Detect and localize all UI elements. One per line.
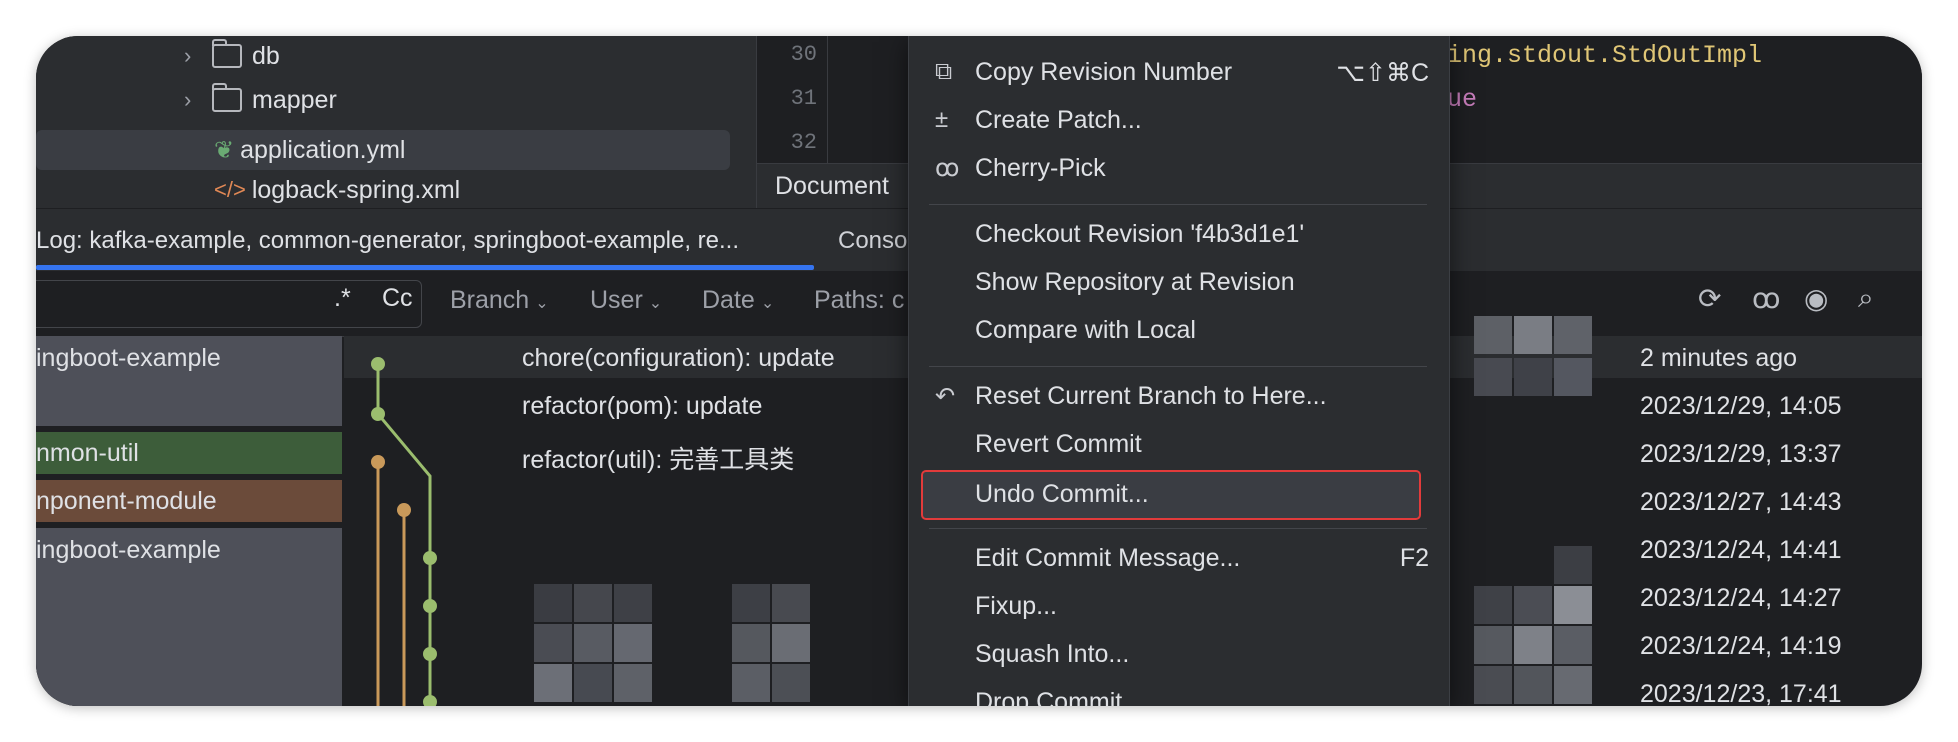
chevron-right-icon[interactable]: › (184, 87, 212, 113)
regex-toggle[interactable]: .* (334, 284, 351, 313)
tab-console[interactable]: Conso (838, 227, 907, 255)
cherry-icon: ꝏ (935, 155, 960, 182)
commit-node (423, 599, 437, 613)
search-input[interactable] (36, 280, 422, 328)
commit-message[interactable]: chore(configuration): update (522, 344, 835, 373)
cherry-pick-icon[interactable]: ꝏ (1752, 282, 1781, 315)
shortcut-hint: F2 (1399, 544, 1429, 572)
search-icon[interactable]: ⌕ (1858, 282, 1874, 315)
menu-item-undo-commit[interactable]: Undo Commit... (921, 470, 1421, 520)
branch-label[interactable]: nmon-util (36, 432, 342, 474)
menu-item-show-repository[interactable]: Show Repository at Revision (909, 262, 1449, 304)
menu-item-compare-local[interactable]: Compare with Local (909, 310, 1449, 352)
commit-date: 2023/12/24, 14:41 (1640, 536, 1842, 564)
shortcut-hint: ⌥⇧⌘C (1336, 59, 1429, 87)
commit-node (423, 551, 437, 565)
active-tab-indicator (36, 265, 814, 270)
branch-label[interactable]: nponent-module (36, 480, 342, 522)
menu-item-checkout-revision[interactable]: Checkout Revision 'f4b3d1e1' (909, 214, 1449, 256)
code-text[interactable]: ing.stdout.StdOutImpl (1447, 41, 1762, 70)
chevron-down-icon: ⌄ (535, 295, 549, 312)
commit-node (423, 695, 437, 706)
tree-item-label: db (252, 41, 280, 70)
commit-date: 2023/12/24, 14:19 (1640, 632, 1842, 660)
tree-item-logback-xml[interactable]: </> logback-spring.xml (214, 170, 460, 210)
tree-item-db[interactable]: › db (184, 36, 280, 76)
menu-separator (929, 366, 1427, 367)
folder-icon (212, 39, 242, 68)
commit-node (371, 455, 385, 469)
line-number: 32 (790, 130, 817, 155)
menu-item-drop-commit[interactable]: Drop Commit (909, 682, 1449, 706)
patch-icon: ± (935, 106, 949, 133)
project-tree: › db › mapper ❦ application.yml </> logb… (36, 36, 756, 208)
reset-icon: ↶ (935, 383, 956, 410)
menu-item-create-patch[interactable]: ± Create Patch... (909, 100, 1449, 142)
menu-item-cherry-pick[interactable]: ꝏ Cherry-Pick (909, 148, 1449, 190)
tree-item-application-yml[interactable]: ❦ application.yml (36, 130, 730, 170)
xml-icon: </> (214, 177, 246, 202)
branch-label[interactable]: ingboot-example (36, 528, 342, 706)
commit-node (423, 647, 437, 661)
branch-labels-column: ingboot-example nmon-util nponent-module… (36, 336, 342, 706)
commit-message[interactable]: refactor(util): 完善工具类 (522, 440, 794, 476)
eye-icon[interactable]: ◉ (1804, 282, 1828, 315)
tree-item-label: logback-spring.xml (251, 175, 461, 204)
match-case-toggle[interactable]: Cc (382, 284, 413, 313)
line-number: 31 (790, 86, 817, 111)
line-number: 30 (790, 42, 817, 67)
menu-item-fixup[interactable]: Fixup... (909, 586, 1449, 628)
tree-item-label: application.yml (240, 135, 406, 164)
commit-node (397, 503, 411, 517)
menu-item-edit-message[interactable]: Edit Commit Message... F2 (909, 538, 1449, 580)
tab-log[interactable]: Log: kafka-example, common-generator, sp… (36, 227, 739, 255)
chevron-down-icon: ⌄ (648, 295, 663, 312)
branch-filter[interactable]: Branch ⌄ (450, 286, 549, 315)
menu-item-squash[interactable]: Squash Into... (909, 634, 1449, 676)
folder-icon (212, 83, 242, 112)
chevron-right-icon[interactable]: › (184, 43, 212, 69)
menu-item-reset-branch[interactable]: ↶ Reset Current Branch to Here... (909, 376, 1449, 418)
commit-date: 2 minutes ago (1640, 344, 1798, 372)
commit-message[interactable]: refactor(pom): update (522, 392, 762, 421)
refresh-icon[interactable]: ⟳ (1698, 282, 1721, 315)
tree-item-label: mapper (252, 85, 337, 114)
commit-date: 2023/12/24, 14:27 (1640, 584, 1842, 612)
commit-node (371, 357, 385, 371)
user-filter[interactable]: User ⌄ (590, 286, 662, 315)
ide-window: › db › mapper ❦ application.yml </> logb… (36, 36, 1922, 706)
commit-date: 2023/12/27, 14:43 (1640, 488, 1842, 516)
copy-icon: ⧉ (935, 58, 953, 85)
tree-item-mapper[interactable]: › mapper (184, 80, 337, 120)
chevron-down-icon: ⌄ (760, 295, 775, 312)
menu-item-revert-commit[interactable]: Revert Commit (909, 424, 1449, 466)
spring-leaf-icon: ❦ (214, 136, 235, 164)
commit-context-menu: ⧉ Copy Revision Number ⌥⇧⌘C ± Create Pat… (908, 36, 1450, 706)
menu-separator (929, 528, 1427, 529)
commit-date: 2023/12/29, 13:37 (1640, 440, 1842, 468)
commit-date: 2023/12/23, 17:41 (1640, 680, 1842, 706)
commit-node (371, 407, 385, 421)
menu-separator (929, 204, 1427, 205)
commit-date: 2023/12/29, 14:05 (1640, 392, 1842, 420)
commit-graph (371, 357, 437, 706)
date-filter[interactable]: Date ⌄ (702, 286, 774, 315)
menu-item-copy-revision[interactable]: ⧉ Copy Revision Number ⌥⇧⌘C (909, 52, 1449, 94)
paths-filter[interactable]: Paths: c (814, 286, 904, 315)
code-text[interactable]: ue (1447, 85, 1477, 114)
branch-label[interactable]: ingboot-example (36, 336, 342, 426)
